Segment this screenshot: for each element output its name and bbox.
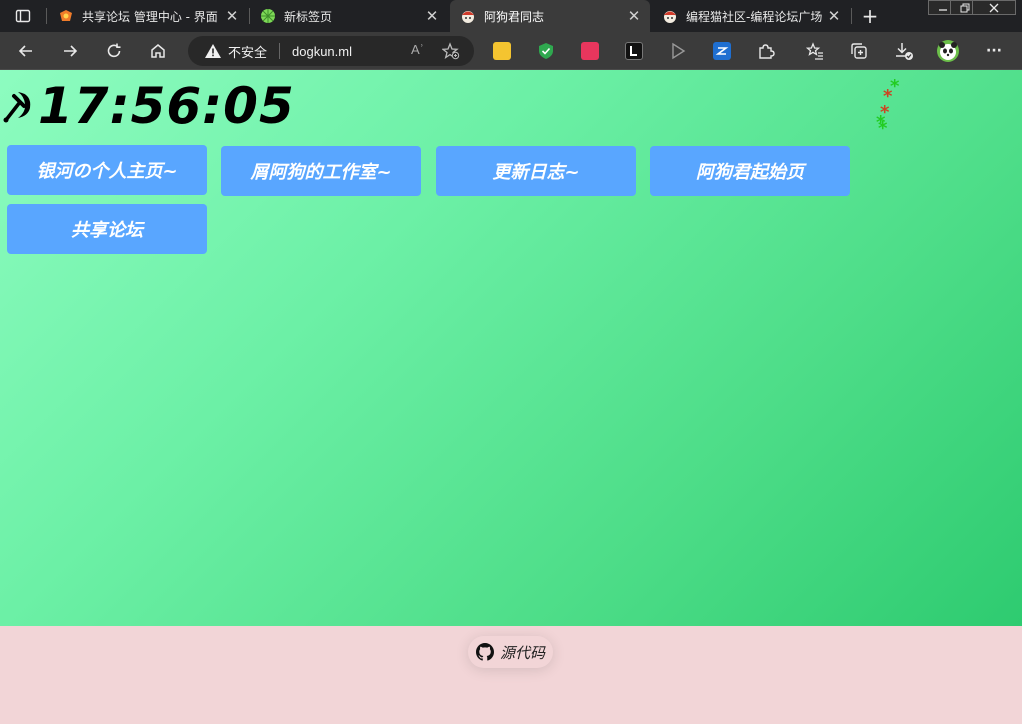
tab-title: 阿狗君同志 <box>484 9 545 24</box>
tab-new-tab[interactable]: 新标签页 ✕ <box>250 0 448 32</box>
tab-close-icon[interactable]: ✕ <box>420 4 444 28</box>
warning-icon[interactable] <box>204 42 222 60</box>
tab-dogkun[interactable]: 阿狗君同志 ✕ <box>450 0 650 32</box>
read-aloud-icon[interactable]: Aʾ <box>411 42 424 57</box>
page-content: 17:56:05 银河の个人主页~ 屑阿狗的工作室~ 更新日志~ 阿狗君起始页 … <box>0 70 1022 626</box>
hammer-sickle-icon <box>3 92 31 123</box>
refresh-icon <box>107 43 121 58</box>
home-icon <box>151 44 165 58</box>
collections-icon <box>851 43 867 59</box>
tab-close-icon[interactable]: ✕ <box>822 4 846 28</box>
downloads-button[interactable] <box>890 37 918 65</box>
github-icon <box>476 643 494 661</box>
extension-play-icon[interactable] <box>669 42 687 60</box>
tab-close-icon[interactable]: ✕ <box>622 4 646 28</box>
browser-toolbar: 不安全 dogkun.ml Aʾ ··· <box>0 32 1022 70</box>
extension-blue-icon[interactable] <box>713 42 731 60</box>
favorites-button[interactable] <box>801 37 829 65</box>
arrow-left-icon <box>18 45 32 57</box>
tab-separator <box>851 8 852 24</box>
clock-time: 17:56:05 <box>38 77 295 135</box>
source-code-label[interactable]: 源代码 <box>500 642 545 663</box>
tab-actions-button[interactable] <box>0 0 46 32</box>
home-button[interactable] <box>144 37 172 65</box>
nav-button-changelog[interactable]: 更新日志~ <box>436 146 636 196</box>
restore-icon <box>960 3 970 12</box>
nav-button-studio[interactable]: 屑阿狗的工作室~ <box>221 146 421 196</box>
nav-button-start-page[interactable]: 阿狗君起始页 <box>650 146 850 196</box>
puzzle-icon <box>759 44 775 59</box>
extensions-button[interactable] <box>752 37 780 65</box>
tab-title: 新标签页 <box>284 9 333 24</box>
source-code-link[interactable]: 源代码 <box>468 636 553 668</box>
url-text[interactable]: dogkun.ml <box>292 44 352 59</box>
tab-separator <box>46 8 47 24</box>
nav-button-galaxy-home[interactable]: 银河の个人主页~ <box>7 145 207 195</box>
close-icon <box>989 3 999 12</box>
dogkun-favicon <box>460 8 476 24</box>
address-divider <box>279 43 281 59</box>
codemao-favicon <box>662 8 678 24</box>
arrow-right-icon <box>64 45 78 57</box>
panda-avatar-icon <box>937 40 959 62</box>
clock: 17:56:05 <box>0 76 295 136</box>
extension-pink-icon[interactable] <box>581 42 599 60</box>
refresh-button[interactable] <box>100 37 128 65</box>
tab-close-icon[interactable]: ✕ <box>220 4 244 28</box>
extension-shield-icon[interactable] <box>537 42 555 60</box>
new-tab-button[interactable]: + <box>858 4 882 28</box>
page-footer: 源代码 <box>0 626 1022 724</box>
add-favorite-icon[interactable] <box>442 42 460 60</box>
more-menu-button[interactable]: ··· <box>980 37 1008 65</box>
download-icon <box>896 43 913 60</box>
security-label[interactable]: 不安全 <box>228 42 267 61</box>
newtab-favicon <box>260 8 276 24</box>
tab-title: 共享论坛 管理中心 - 界面 <box>82 9 218 24</box>
extension-l-icon[interactable] <box>625 42 643 60</box>
tab-actions-icon <box>15 9 31 23</box>
favorites-list-icon <box>806 42 823 60</box>
forum-favicon <box>58 8 74 24</box>
collections-button[interactable] <box>845 37 873 65</box>
address-bar[interactable]: 不安全 dogkun.ml Aʾ <box>188 36 474 66</box>
forward-button[interactable] <box>56 37 84 65</box>
back-button[interactable] <box>12 37 40 65</box>
profile-button[interactable] <box>934 37 962 65</box>
tab-title: 编程猫社区-编程论坛广场 <box>686 9 822 24</box>
close-window-button[interactable] <box>972 0 1016 15</box>
tab-codemao[interactable]: 编程猫社区-编程论坛广场 ✕ <box>652 0 850 32</box>
snowflake: * <box>878 118 888 139</box>
nav-button-forum[interactable]: 共享论坛 <box>7 204 207 254</box>
tab-strip: 共享论坛 管理中心 - 界面 ✕ 新标签页 ✕ 阿狗君同志 ✕ 编程猫社区-编程… <box>0 0 1022 32</box>
minimize-icon <box>939 8 947 11</box>
extension-yellow-icon[interactable] <box>493 42 511 60</box>
tab-forum-admin[interactable]: 共享论坛 管理中心 - 界面 ✕ <box>48 0 248 32</box>
